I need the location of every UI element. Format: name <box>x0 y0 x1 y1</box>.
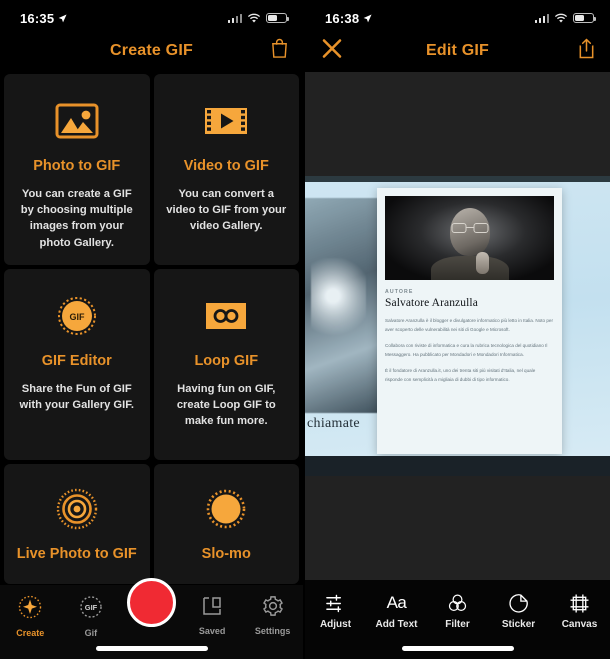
sidebar-item-saved[interactable]: Saved <box>182 595 243 636</box>
wifi-icon <box>247 13 261 23</box>
wifi-icon <box>554 13 568 23</box>
filter-circles-icon <box>447 592 468 614</box>
share-upload-icon[interactable] <box>577 38 596 65</box>
author-paragraph: Collabora con riviste di informatica e c… <box>385 342 548 358</box>
tab-label: Saved <box>198 626 226 636</box>
sidebar-item-create[interactable]: Create <box>0 595 61 638</box>
card-description: You can create a GIF by choosing multipl… <box>20 188 133 249</box>
tool-canvas[interactable]: Canvas <box>549 592 610 630</box>
portrait-body <box>430 256 509 280</box>
author-kicker: AUTORE <box>385 289 414 295</box>
card-photo-to-gif[interactable]: Photo to GIF You can create a GIF by cho… <box>4 74 150 265</box>
status-bar: 16:35 <box>0 0 303 30</box>
card-title: Video to GIF <box>183 158 269 174</box>
nav-bar: Create GIF <box>0 30 303 72</box>
close-x-icon[interactable] <box>321 38 343 65</box>
card-title: Live Photo to GIF <box>16 546 137 562</box>
left-phone-create-gif-screen: 16:35 Create GIF Photo to GIF You can cr… <box>0 0 305 659</box>
live-photo-icon <box>56 482 98 536</box>
battery-icon <box>266 12 289 24</box>
gif-circle-icon: GIF <box>79 595 103 624</box>
status-time: 16:35 <box>20 10 55 26</box>
tool-filter[interactable]: Filter <box>427 592 488 630</box>
tool-sticker[interactable]: Sticker <box>488 592 549 630</box>
tool-adjust[interactable]: Adjust <box>305 592 366 630</box>
nav-bar: Edit GIF <box>305 30 610 72</box>
status-time-group: 16:35 <box>20 11 67 26</box>
photo-bottom-strip <box>305 456 610 476</box>
tool-label: Filter <box>445 619 470 630</box>
glasses-icon <box>451 223 488 233</box>
location-arrow-icon <box>58 14 67 22</box>
shopping-bag-icon[interactable] <box>270 38 289 64</box>
right-phone-edit-gif-screen: 16:38 Edit GIF chiamate AUTORE Salvatore… <box>305 0 610 659</box>
page-title: Create GIF <box>110 42 193 59</box>
card-title: GIF Editor <box>41 353 112 369</box>
photo-side-caption: chiamate <box>307 416 360 431</box>
text-aa-icon: Aa <box>386 593 407 612</box>
card-slo-mo[interactable]: Slo-mo <box>153 464 299 584</box>
author-name: Salvatore Aranzulla <box>385 297 478 309</box>
card-loop-gif[interactable]: Loop GIF Having fun on GIF, create Loop … <box>153 269 299 460</box>
tool-label: Add Text <box>375 619 418 630</box>
svg-text:GIF: GIF <box>85 603 98 612</box>
card-title: Photo to GIF <box>33 158 121 174</box>
gear-icon <box>262 595 284 622</box>
home-indicator <box>401 646 514 651</box>
status-bar: 16:38 <box>305 0 610 30</box>
sticker-icon <box>508 592 529 614</box>
battery-icon <box>573 12 596 24</box>
status-time: 16:38 <box>325 10 360 26</box>
tab-label: Gif <box>84 628 98 638</box>
sparkle-star-icon <box>18 595 42 624</box>
save-box-icon <box>201 595 223 622</box>
card-title: Slo-mo <box>201 546 251 562</box>
tab-label: Create <box>16 628 45 638</box>
author-paragraph: È il fondatore di Aranzulla.it, uno dei … <box>385 367 536 383</box>
sliders-icon <box>325 592 346 614</box>
canvas-crop-icon <box>569 592 590 614</box>
card-description: Having fun on GIF, create Loop GIF to ma… <box>176 383 276 428</box>
card-video-to-gif[interactable]: Video to GIF You can convert a video to … <box>153 74 299 265</box>
slomo-circle-icon <box>205 482 247 536</box>
photo-image-icon <box>55 94 99 148</box>
card-title: Loop GIF <box>194 353 259 369</box>
cellular-signal-icon <box>534 13 549 23</box>
infinity-loop-icon <box>204 289 248 343</box>
home-indicator <box>95 646 208 651</box>
svg-text:GIF: GIF <box>69 312 85 322</box>
status-indicators <box>227 12 289 24</box>
location-arrow-icon <box>363 14 372 22</box>
sidebar-item-settings[interactable]: Settings <box>242 595 303 636</box>
feature-card-grid: Photo to GIF You can create a GIF by cho… <box>0 72 303 584</box>
tool-label: Canvas <box>561 619 598 630</box>
card-description: Share the Fun of GIF with your Gallery G… <box>19 383 134 412</box>
status-indicators <box>534 12 596 24</box>
dual-phone-screenshot: 16:35 Create GIF Photo to GIF You can cr… <box>0 0 610 659</box>
portrait-hand <box>476 252 490 274</box>
author-paragraph: Salvatore Aranzulla è il blogger e divul… <box>385 318 554 333</box>
card-gif-editor[interactable]: GIF GIF Editor Share the Fun of GIF with… <box>4 269 150 460</box>
record-button[interactable] <box>126 578 176 627</box>
card-live-photo-to-gif[interactable]: Live Photo to GIF <box>4 464 150 584</box>
gif-badge-icon: GIF <box>57 289 97 343</box>
tab-label: Settings <box>254 626 291 636</box>
tool-add-text[interactable]: Aa Add Text <box>366 592 427 630</box>
author-card: AUTORE Salvatore Aranzulla Salvatore Ara… <box>377 188 562 454</box>
sidebar-item-gif[interactable]: GIF Gif <box>61 595 122 638</box>
status-time-group: 16:38 <box>325 11 372 26</box>
tool-label: Adjust <box>319 619 352 630</box>
page-title: Edit GIF <box>426 42 489 59</box>
card-description: You can convert a video to GIF from your… <box>166 188 287 233</box>
tool-label: Sticker <box>501 619 536 630</box>
video-film-icon <box>203 94 249 148</box>
record-button-wrap <box>121 578 182 627</box>
photo-top-strip <box>305 176 610 182</box>
cellular-signal-icon <box>227 13 242 23</box>
editor-canvas: chiamate AUTORE Salvatore Aranzulla Salv… <box>305 72 610 580</box>
gif-preview-photo[interactable]: chiamate AUTORE Salvatore Aranzulla Salv… <box>305 176 610 476</box>
author-portrait <box>385 196 554 280</box>
